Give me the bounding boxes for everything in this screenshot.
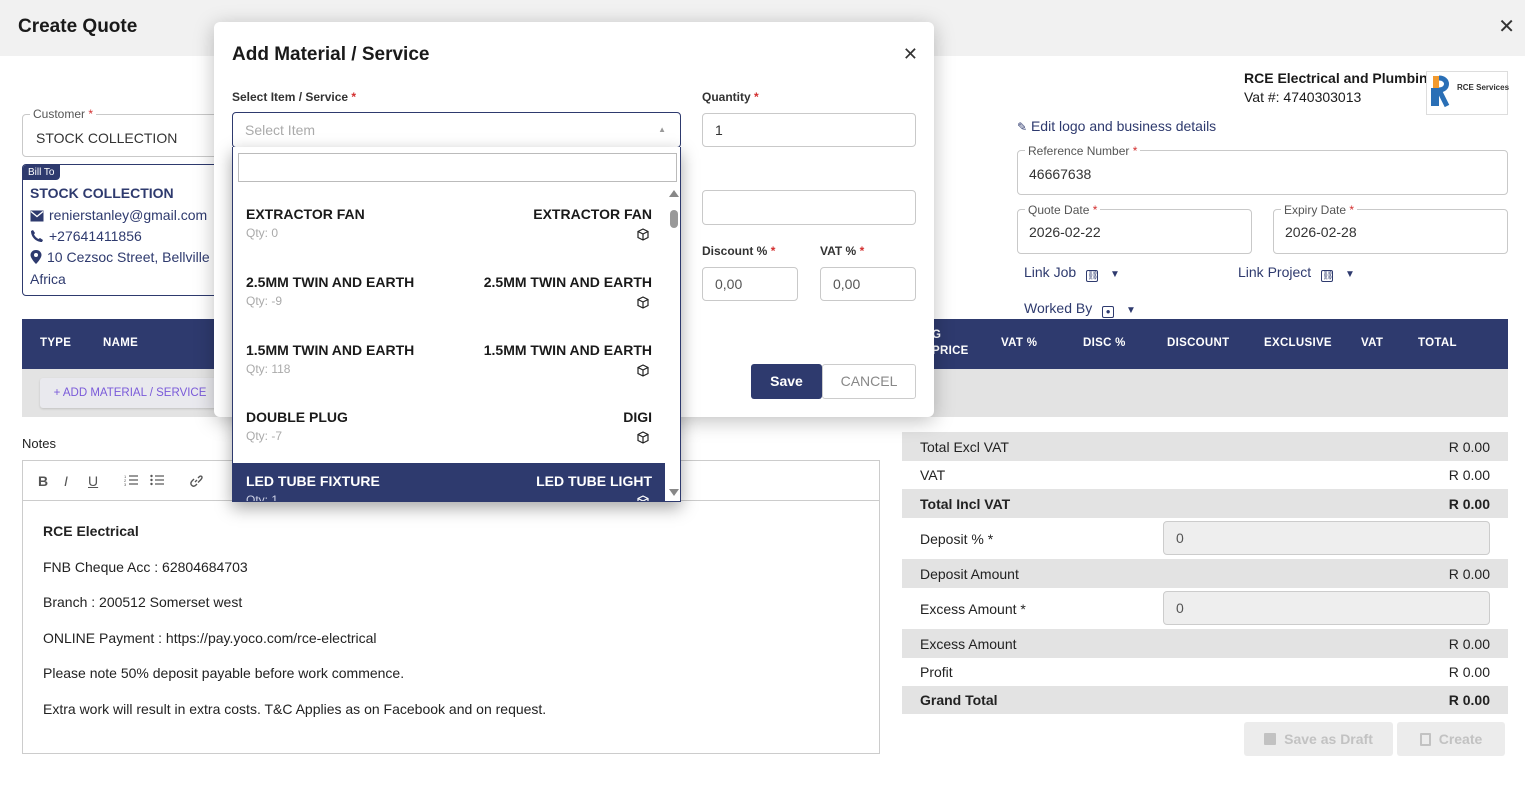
select-item-label: Select Item / Service [232,90,349,104]
discount-input[interactable]: 0,00 [702,267,798,301]
box-icon [637,364,649,377]
vat-pct-label: VAT % [820,244,857,258]
option-qty: Qty: 0 [246,226,279,240]
dropdown-option[interactable]: EXTRACTOR FAN Qty: 0 EXTRACTOR FAN [233,196,665,264]
option-name: EXTRACTOR FAN [246,206,365,222]
close-icon[interactable]: ✕ [903,44,918,65]
option-description: 1.5MM TWIN AND EARTH [483,342,652,358]
option-name: LED TUBE FIXTURE [246,473,380,489]
select-item-dropdown[interactable]: Select Item ▲ [232,112,681,148]
scrollbar-graphic [669,190,679,496]
cancel-button[interactable]: CANCEL [822,364,916,399]
quantity-input[interactable]: 1 [702,113,916,147]
option-description: EXTRACTOR FAN [533,206,652,222]
option-description: DIGI [623,409,652,425]
option-description: 2.5MM TWIN AND EARTH [483,274,652,290]
option-qty: Qty: 118 [246,362,291,376]
box-icon [637,228,649,241]
dropdown-scrollbar[interactable] [667,185,680,501]
vat-pct-input[interactable]: 0,00 [820,267,916,301]
save-button[interactable]: Save [751,364,822,399]
discount-label: Discount % [702,244,768,258]
item-dropdown-list: EXTRACTOR FAN Qty: 0 EXTRACTOR FAN 2.5MM… [232,147,681,502]
price-input[interactable] [702,190,916,225]
dropdown-search-input[interactable] [238,153,677,182]
select-item-placeholder: Select Item [245,122,316,138]
chevron-up-icon: ▲ [658,125,666,134]
dropdown-option-selected[interactable]: LED TUBE FIXTURE Qty: 1 LED TUBE LIGHT [233,463,665,502]
option-qty: Qty: -7 [246,429,283,443]
modal-overlay: Add Material / Service ✕ Select Item / S… [0,0,1525,787]
dropdown-option[interactable]: 1.5MM TWIN AND EARTH Qty: 118 1.5MM TWIN… [233,332,665,400]
dropdown-option[interactable]: DOUBLE PLUG Qty: -7 DIGI [233,399,665,467]
box-icon [637,431,649,444]
option-qty: Qty: -9 [246,294,283,308]
dropdown-option[interactable]: 2.5MM TWIN AND EARTH Qty: -9 2.5MM TWIN … [233,264,665,332]
option-name: 1.5MM TWIN AND EARTH [246,342,415,358]
option-description: LED TUBE LIGHT [536,473,652,489]
option-name: DOUBLE PLUG [246,409,348,425]
option-qty: Qty: 1 [246,493,279,502]
modal-title: Add Material / Service [232,44,430,65]
box-icon [637,296,649,309]
option-name: 2.5MM TWIN AND EARTH [246,274,415,290]
box-icon [637,495,649,501]
quantity-label: Quantity [702,90,751,104]
